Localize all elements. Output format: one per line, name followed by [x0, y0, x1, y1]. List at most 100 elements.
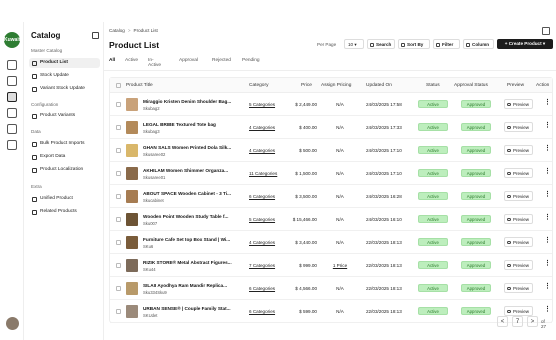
panel-toggle-icon[interactable]	[542, 27, 550, 35]
product-title[interactable]: Miraggio Kristen Denim Shoulder Bag...	[143, 99, 243, 104]
row-checkbox[interactable]	[116, 263, 121, 268]
row-checkbox[interactable]	[116, 309, 121, 314]
sort-button[interactable]: Sort By	[398, 39, 430, 49]
product-title[interactable]: SILAII Ayodhya Ram Mandir Replica...	[143, 283, 243, 288]
sidebar-item-stock-update[interactable]: Stock Update	[29, 71, 100, 81]
header-status[interactable]: Status	[426, 83, 440, 88]
category-link[interactable]: 5 Categories	[249, 217, 275, 222]
table-row[interactable]: Wooden Point Wooden Study Table f... Sku0…	[110, 208, 552, 231]
row-checkbox[interactable]	[116, 125, 121, 130]
row-checkbox[interactable]	[116, 102, 121, 107]
header-product-title[interactable]: Product Title	[126, 83, 153, 88]
product-title[interactable]: URBAN SENSE® | Couple Family Stat...	[143, 306, 243, 311]
tab-all[interactable]: All	[109, 58, 115, 63]
category-link[interactable]: 4 Categories	[249, 125, 275, 130]
assign-pricing[interactable]: 1 Price	[326, 263, 354, 268]
preview-button[interactable]: Preview	[504, 168, 533, 178]
header-category[interactable]: Category	[249, 83, 268, 88]
row-checkbox[interactable]	[116, 286, 121, 291]
search-button[interactable]: Search	[367, 39, 395, 49]
product-title[interactable]: LEGAL BRIBE Textured Tote bag	[143, 122, 243, 127]
header-approval-status[interactable]: Approval Status	[454, 83, 488, 88]
tab-pending[interactable]: Pending	[242, 58, 260, 63]
product-title[interactable]: ABOUT SPACE Wooden Cabinet - 3 Ti...	[143, 191, 243, 196]
row-actions-icon[interactable]: ⋮	[544, 167, 551, 175]
table-row[interactable]: URBAN SENSE® | Couple Family Stat... SKUd…	[110, 300, 552, 323]
category-link[interactable]: 7 Categories	[249, 263, 275, 268]
header-price[interactable]: Price	[301, 83, 312, 88]
product-title[interactable]: AKHILAM Women Shimmer Organza...	[143, 168, 243, 173]
row-actions-icon[interactable]: ⋮	[544, 305, 551, 313]
prev-page-button[interactable]: <	[497, 316, 508, 327]
product-title[interactable]: GHAN SALS Women Printed Dola Silk...	[143, 145, 243, 150]
next-page-button[interactable]: >	[527, 316, 538, 327]
category-link[interactable]: 6 Categories	[249, 194, 275, 199]
row-actions-icon[interactable]: ⋮	[544, 144, 551, 152]
row-checkbox[interactable]	[116, 171, 121, 176]
marketing-icon[interactable]	[7, 124, 17, 134]
row-actions-icon[interactable]: ⋮	[544, 236, 551, 244]
preview-button[interactable]: Preview	[504, 306, 533, 316]
sidebar-item-bulk-product-imports[interactable]: Bulk Product Imports	[29, 139, 100, 149]
category-link[interactable]: 4 Categories	[249, 148, 275, 153]
category-link[interactable]: 6 Categories	[249, 286, 275, 291]
sidebar-item-product-variants[interactable]: Product Variants	[29, 111, 100, 121]
row-actions-icon[interactable]: ⋮	[544, 98, 551, 106]
table-row[interactable]: Furniture Cafe Set top Box Stand | Wi...…	[110, 231, 552, 254]
preview-button[interactable]: Preview	[504, 145, 533, 155]
reports-icon[interactable]	[7, 140, 17, 150]
preview-button[interactable]: Preview	[504, 237, 533, 247]
sidebar-item-variant-stock-update[interactable]: Variant Stock Update	[29, 84, 100, 94]
product-title[interactable]: RIZIK STORE® Metal Abstract Figures...	[143, 260, 243, 265]
preview-button[interactable]: Preview	[504, 283, 533, 293]
preview-button[interactable]: Preview	[504, 260, 533, 270]
avatar[interactable]	[6, 317, 19, 330]
tab-active[interactable]: Active	[125, 58, 138, 63]
sidebar-collapse-icon[interactable]	[92, 32, 99, 39]
brand-logo[interactable]: Kuwait	[4, 32, 20, 48]
sidebar-item-product-list[interactable]: Product List	[29, 58, 100, 68]
header-updated-on[interactable]: Updated On	[366, 83, 392, 88]
header-assign-pricing[interactable]: Assign Pricing	[321, 83, 351, 88]
sidebar-item-export-data[interactable]: Export Data	[29, 152, 100, 162]
row-actions-icon[interactable]: ⋮	[544, 190, 551, 198]
table-row[interactable]: RIZIK STORE® Metal Abstract Figures... SK…	[110, 254, 552, 277]
product-title[interactable]: Wooden Point Wooden Study Table f...	[143, 214, 243, 219]
table-row[interactable]: AKHILAM Women Shimmer Organza... Skusaree…	[110, 162, 552, 185]
product-title[interactable]: Furniture Cafe Set top Box Stand | Wi...	[143, 237, 243, 242]
preview-button[interactable]: Preview	[504, 191, 533, 201]
row-actions-icon[interactable]: ⋮	[544, 282, 551, 290]
select-all-checkbox[interactable]	[116, 83, 121, 88]
row-checkbox[interactable]	[116, 217, 121, 222]
create-product-button[interactable]: + Create Product ▾	[497, 39, 553, 49]
table-row[interactable]: SILAII Ayodhya Ram Mandir Replica... Sku3…	[110, 277, 552, 300]
tab-approval[interactable]: Approval	[179, 58, 198, 63]
orders-icon[interactable]	[7, 76, 17, 86]
catalog-icon[interactable]	[7, 92, 17, 102]
table-row[interactable]: GHAN SALS Women Printed Dola Silk... Skus…	[110, 139, 552, 162]
preview-button[interactable]: Preview	[504, 99, 533, 109]
row-checkbox[interactable]	[116, 194, 121, 199]
row-checkbox[interactable]	[116, 148, 121, 153]
table-row[interactable]: ABOUT SPACE Wooden Cabinet - 3 Ti... Skuc…	[110, 185, 552, 208]
table-row[interactable]: LEGAL BRIBE Textured Tote bag Skubag3 4 Ca…	[110, 116, 552, 139]
row-actions-icon[interactable]: ⋮	[544, 121, 551, 129]
tab-in-active[interactable]: In-Active	[148, 58, 161, 68]
row-actions-icon[interactable]: ⋮	[544, 213, 551, 221]
preview-button[interactable]: Preview	[504, 122, 533, 132]
per-page-select[interactable]: 10 ▾	[344, 39, 364, 49]
tab-rejected[interactable]: Rejected	[212, 58, 231, 63]
row-checkbox[interactable]	[116, 240, 121, 245]
preview-button[interactable]: Preview	[504, 214, 533, 224]
sidebar-item-related-products[interactable]: Related Products	[29, 207, 100, 217]
dashboard-icon[interactable]	[7, 60, 17, 70]
category-link[interactable]: 11 Categories	[249, 171, 277, 176]
row-actions-icon[interactable]: ⋮	[544, 259, 551, 267]
category-link[interactable]: 4 Categories	[249, 240, 275, 245]
customers-icon[interactable]	[7, 108, 17, 118]
page-number-input[interactable]: 7	[512, 316, 523, 327]
column-button[interactable]: Column	[463, 39, 494, 49]
breadcrumb-root[interactable]: Catalog	[109, 28, 125, 33]
category-link[interactable]: 6 Categories	[249, 309, 275, 314]
table-row[interactable]: Miraggio Kristen Denim Shoulder Bag... Sk…	[110, 93, 552, 116]
